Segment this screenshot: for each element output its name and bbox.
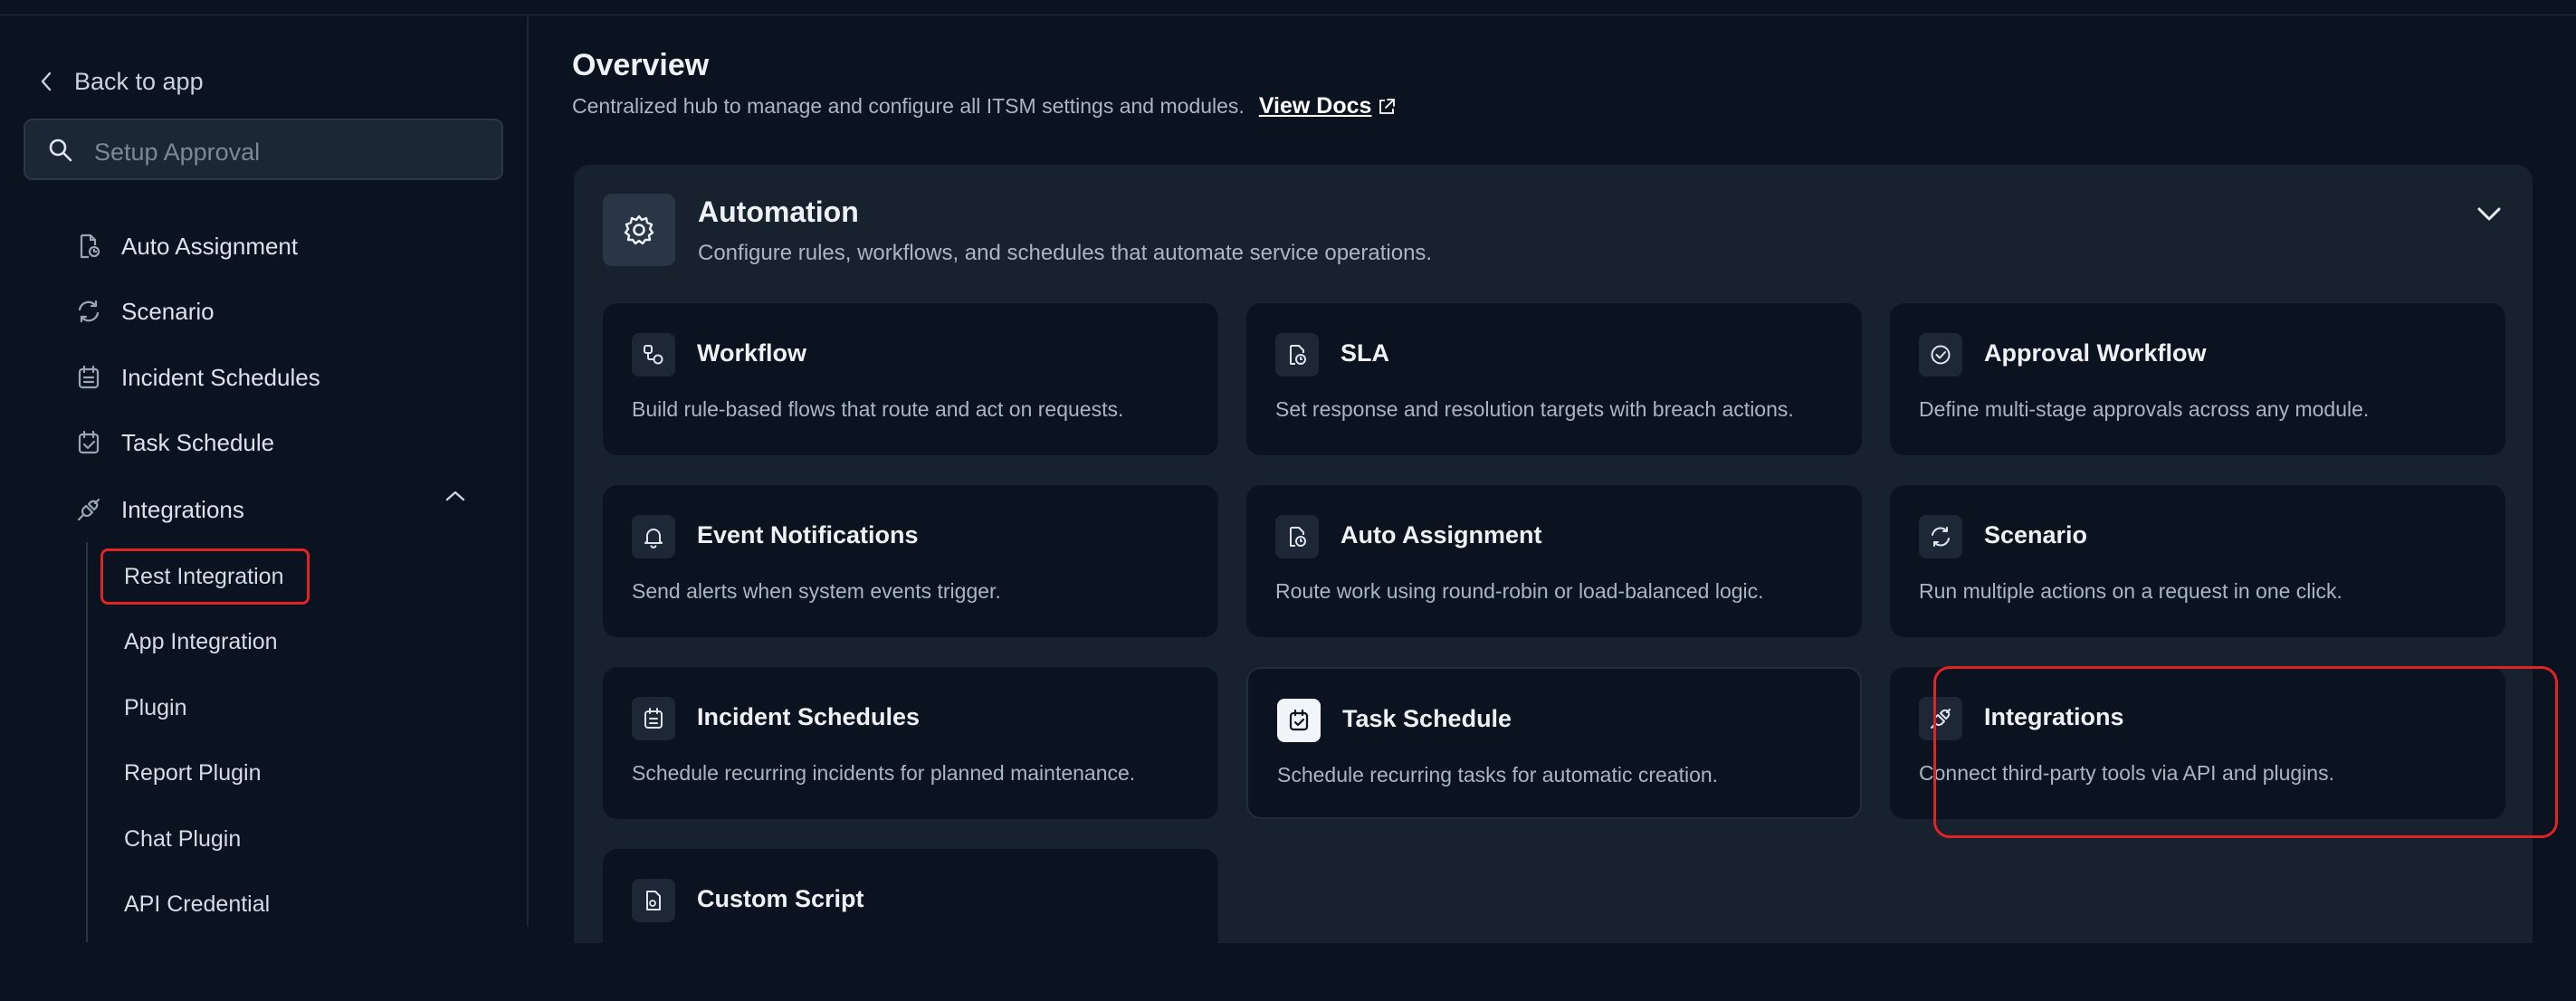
card-title: Approval Workflow xyxy=(1984,339,2207,367)
settings-sidebar: Back to app Auto Assignment Scenario Inc… xyxy=(0,15,529,942)
card-approval-workflow[interactable]: Approval Workflow Define multi-stage app… xyxy=(1890,303,2505,455)
chevron-left-icon xyxy=(41,72,52,91)
card-description: Define multi-stage approvals across any … xyxy=(1919,397,2370,421)
gear-icon xyxy=(603,194,675,266)
card-title: Event Notifications xyxy=(697,521,919,548)
highlight-box xyxy=(100,548,310,605)
auto-assign-icon xyxy=(80,234,100,259)
chevron-up-icon[interactable] xyxy=(444,488,467,504)
search-box xyxy=(24,119,503,180)
card-description: Set response and resolution targets with… xyxy=(1275,397,1794,421)
card-custom-script[interactable]: Custom Script xyxy=(603,849,1218,1001)
sidebar-item-incident-schedules[interactable]: Incident Schedules xyxy=(76,357,320,398)
calendar-icon xyxy=(632,697,675,740)
section-title: Automation xyxy=(698,195,859,228)
sidebar-item-integrations[interactable]: Integrations xyxy=(76,489,244,530)
submenu-divider xyxy=(86,542,88,942)
subitem-label: App Integration xyxy=(124,628,278,654)
back-label: Back to app xyxy=(74,67,204,95)
refresh-icon xyxy=(78,300,100,323)
view-docs-label: View Docs xyxy=(1258,93,1372,119)
workflow-icon xyxy=(632,333,675,377)
sidebar-item-auto-assignment[interactable]: Auto Assignment xyxy=(76,225,298,267)
check-circle-icon xyxy=(1919,333,1962,377)
page-title: Overview xyxy=(572,48,710,82)
card-title: Workflow xyxy=(697,339,806,367)
card-title: Incident Schedules xyxy=(697,703,921,730)
sidebar-subitem-api-credential[interactable]: API Credential xyxy=(124,883,270,925)
card-auto-assignment[interactable]: Auto Assignment Route work using round-r… xyxy=(1246,485,1862,637)
card-task-schedule[interactable]: Task Schedule Schedule recurring tasks f… xyxy=(1246,667,1862,819)
calendar-check-icon xyxy=(78,430,100,454)
back-to-app-link[interactable]: Back to app xyxy=(38,61,204,102)
card-sla[interactable]: SLA Set response and resolution targets … xyxy=(1246,303,1862,455)
calendar-check-icon xyxy=(1277,699,1321,742)
top-bar xyxy=(0,0,2576,15)
card-scenario[interactable]: Scenario Run multiple actions on a reque… xyxy=(1890,485,2505,637)
section-description: Configure rules, workflows, and schedule… xyxy=(698,241,1433,265)
sidebar-item-label: Scenario xyxy=(121,297,215,325)
card-title: Scenario xyxy=(1984,521,2088,548)
card-workflow[interactable]: Workflow Build rule-based flows that rou… xyxy=(603,303,1218,455)
card-event-notifications[interactable]: Event Notifications Send alerts when sys… xyxy=(603,485,1218,637)
view-docs-link[interactable]: View Docs xyxy=(1259,93,1398,119)
card-description: Schedule recurring incidents for planned… xyxy=(632,761,1136,785)
card-description: Schedule recurring tasks for automatic c… xyxy=(1277,763,1719,786)
refresh-icon xyxy=(1919,515,1962,558)
sidebar-item-task-schedule[interactable]: Task Schedule xyxy=(76,422,274,463)
sidebar-subitem-app-integration[interactable]: App Integration xyxy=(124,621,278,663)
card-title: Auto Assignment xyxy=(1340,521,1542,548)
card-description: Route work using round-robin or load-bal… xyxy=(1275,579,1764,603)
subitem-label: Report Plugin xyxy=(124,759,262,786)
sidebar-subitem-chat-plugin[interactable]: Chat Plugin xyxy=(124,818,241,860)
sidebar-subitem-report-plugin[interactable]: Report Plugin xyxy=(124,752,261,794)
subitem-label: Plugin xyxy=(124,694,187,720)
chevron-down-icon[interactable] xyxy=(2475,205,2504,224)
subitem-label: API Credential xyxy=(124,891,271,917)
search-icon xyxy=(49,138,72,162)
main-content: Overview Centralized hub to manage and c… xyxy=(529,15,2576,1001)
sidebar-item-label: Integrations xyxy=(121,495,244,523)
script-icon xyxy=(632,879,675,922)
sidebar-item-label: Auto Assignment xyxy=(121,232,299,260)
subitem-label: Chat Plugin xyxy=(124,825,242,852)
card-description: Send alerts when system events trigger. xyxy=(632,579,1001,603)
calendar-icon xyxy=(78,365,100,389)
highlight-box xyxy=(1933,666,2558,838)
sidebar-subitem-plugin[interactable]: Plugin xyxy=(124,687,187,729)
plug-icon xyxy=(77,498,100,521)
page-subtitle-row: Centralized hub to manage and configure … xyxy=(572,93,1397,119)
sla-icon xyxy=(1275,333,1319,377)
auto-assign-icon xyxy=(1275,515,1319,558)
search-input[interactable] xyxy=(92,131,476,173)
card-incident-schedules[interactable]: Incident Schedules Schedule recurring in… xyxy=(603,667,1218,819)
sidebar-item-label: Task Schedule xyxy=(121,428,275,456)
external-link-icon xyxy=(1379,98,1396,114)
sidebar-item-scenario[interactable]: Scenario xyxy=(76,291,215,332)
bell-icon xyxy=(632,515,675,558)
sidebar-item-label: Incident Schedules xyxy=(121,363,320,391)
card-title: Task Schedule xyxy=(1342,705,1512,732)
card-description: Run multiple actions on a request in one… xyxy=(1919,579,2342,603)
automation-section: Automation Configure rules, workflows, a… xyxy=(574,165,2558,1001)
card-description: Build rule-based flows that route and ac… xyxy=(632,397,1124,421)
page-subtitle: Centralized hub to manage and configure … xyxy=(572,94,1245,118)
card-title: Custom Script xyxy=(697,885,864,912)
card-title: SLA xyxy=(1340,339,1389,367)
